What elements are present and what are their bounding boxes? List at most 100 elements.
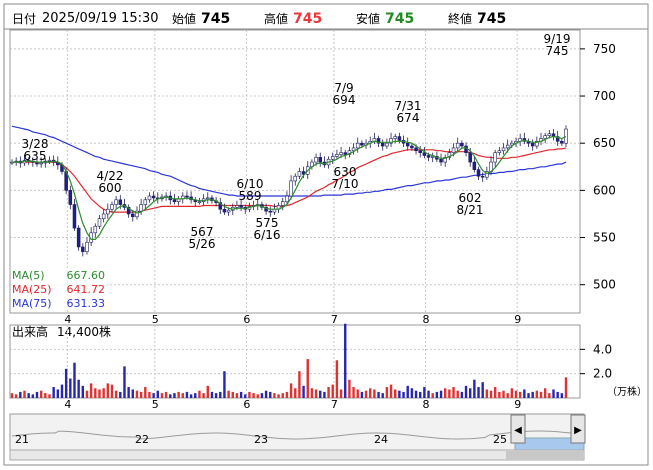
navigator-tick-label: 21 <box>15 433 29 446</box>
annotation-price: 694 <box>333 93 356 107</box>
candle-body <box>464 145 468 153</box>
candle-body <box>110 204 114 210</box>
navigator-left-handle[interactable]: ◀ <box>510 414 526 444</box>
left-arrow-icon[interactable]: ◀ <box>514 425 522 436</box>
volume-bar <box>481 382 484 398</box>
volume-unit: （万株） <box>607 385 647 398</box>
volume-bar <box>431 393 434 398</box>
candle-body <box>97 218 102 227</box>
candle-body <box>151 195 156 199</box>
volume-bar <box>369 388 372 398</box>
candle-body <box>172 199 177 202</box>
candle-body <box>460 142 464 147</box>
candle-body <box>118 199 123 205</box>
volume-bar <box>556 391 559 398</box>
candle-body <box>285 195 289 202</box>
volume-bar <box>410 388 414 398</box>
volume-bar <box>435 391 439 398</box>
volume-bar <box>514 390 518 398</box>
month-label: 9 <box>514 313 521 326</box>
price-tick-label: 750 <box>593 42 616 56</box>
volume-bar <box>264 390 268 398</box>
volume-bar <box>35 391 39 398</box>
candle-body <box>280 201 285 206</box>
ma-legend: MA(5) 667.60 MA(25) 641.72 MA(75) 631.33 <box>11 268 107 310</box>
candle-body <box>297 171 302 177</box>
volume-bar <box>19 391 22 398</box>
month-label: 5 <box>152 398 159 411</box>
volume-bar <box>502 390 505 398</box>
candle-body <box>426 155 431 158</box>
volume-bar <box>331 384 334 398</box>
volume-bar <box>460 391 464 398</box>
annotation-price: 635 <box>24 149 47 163</box>
candle-body <box>131 213 135 218</box>
volume-bar <box>206 385 209 398</box>
candle-body <box>185 195 189 198</box>
navigator-scrollbar[interactable] <box>9 449 585 461</box>
candle-body <box>72 204 77 229</box>
volume-tick-label: 4.0 <box>593 342 612 356</box>
volume-bar <box>194 393 197 398</box>
candle-body <box>380 142 385 147</box>
volume-bar <box>344 323 347 398</box>
volume-bar <box>210 391 214 398</box>
candle-body <box>239 205 243 208</box>
volume-bar <box>327 387 330 398</box>
month-axis-price: 456789 <box>64 313 521 326</box>
navigator-right-handle[interactable]: ▶ <box>570 414 586 444</box>
volume-bar <box>335 360 339 398</box>
candle-body <box>418 150 422 153</box>
volume-tick-label: 2.0 <box>593 367 612 381</box>
volume-bar <box>177 391 180 398</box>
price-tick-label: 600 <box>593 183 616 197</box>
candle-body <box>289 180 293 197</box>
volume-bar <box>214 393 218 398</box>
month-label: 8 <box>423 398 430 411</box>
legend-ma5-value: 667.60 <box>67 269 106 282</box>
volume-bar <box>539 391 543 398</box>
volume-value: 14,400株 <box>57 324 111 339</box>
candle-body <box>293 175 298 182</box>
candle-body <box>226 209 231 213</box>
volume-bar <box>448 389 451 398</box>
candle-body <box>547 133 552 136</box>
volume-bar <box>439 390 443 398</box>
right-arrow-icon[interactable]: ▶ <box>574 425 582 436</box>
annotation-date: 8/21 <box>457 203 484 217</box>
volume-bar <box>464 385 468 398</box>
volume-bar <box>477 387 480 398</box>
candle-body <box>501 147 506 152</box>
annotation-price: 575 <box>256 216 279 230</box>
volume-bar <box>527 393 530 398</box>
volume-bar <box>202 393 205 398</box>
volume-bar <box>564 377 568 398</box>
volume-bar <box>144 387 147 398</box>
candle-body <box>497 150 502 153</box>
volume-bar <box>444 388 447 398</box>
volume-bar <box>119 391 122 398</box>
volume-bar <box>385 387 389 398</box>
price-axis: 500 550 600 650 700 750 <box>580 42 616 292</box>
volume-bar <box>256 394 259 398</box>
month-label: 6 <box>243 398 250 411</box>
volume-bar <box>52 387 55 398</box>
volume-bar <box>548 393 551 398</box>
volume-bar <box>543 388 547 398</box>
volume-bar <box>398 390 401 398</box>
candle-body <box>85 241 89 252</box>
candle-body <box>560 141 564 144</box>
month-label: 9 <box>514 398 521 411</box>
candle-body <box>564 128 568 144</box>
candle-body <box>397 136 402 141</box>
navigator-tick-label: 23 <box>254 433 268 446</box>
candle-body <box>468 152 472 163</box>
candle-body <box>455 142 460 149</box>
legend-ma25-value: 641.72 <box>67 283 106 296</box>
candle-body <box>472 161 477 170</box>
volume-bar <box>493 387 497 398</box>
volume-bar <box>85 390 89 398</box>
volume-bar <box>269 391 272 398</box>
navigator-scroll-thumb[interactable] <box>506 451 583 459</box>
candle-body <box>451 147 456 153</box>
